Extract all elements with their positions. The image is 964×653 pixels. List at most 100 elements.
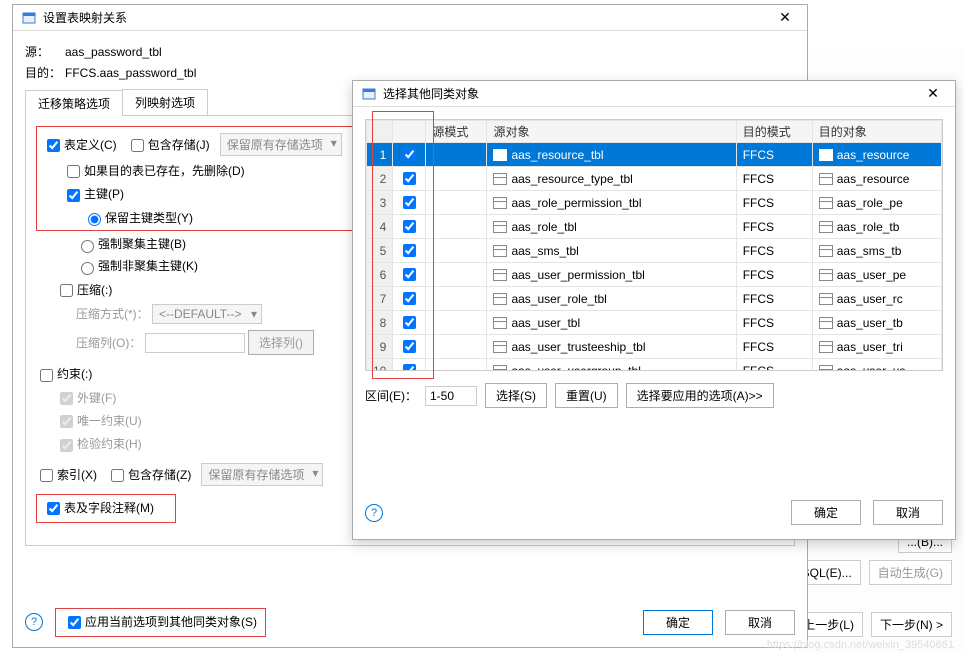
row-checkbox[interactable] xyxy=(393,191,426,215)
table-icon xyxy=(493,221,507,233)
highlight-box-apply: 应用当前选项到其他同类对象(S) xyxy=(55,608,266,637)
win2-titlebar: 选择其他同类对象 ✕ xyxy=(353,81,955,107)
cell-src-obj: aas_role_tbl xyxy=(487,215,736,239)
reset-button[interactable]: 重置(U) xyxy=(555,383,618,408)
table-row[interactable]: 5aas_sms_tblFFCSaas_sms_tb xyxy=(367,239,942,263)
row-checkbox[interactable] xyxy=(393,287,426,311)
object-table[interactable]: 源模式 源对象 目的模式 目的对象 1aas_resource_tblFFCSa… xyxy=(365,119,943,371)
cell-dst-mode: FFCS xyxy=(736,167,812,191)
force-cluster-radio[interactable]: 强制聚集主键(B) xyxy=(76,237,186,251)
compress-mode-dropdown: <--DEFAULT--> xyxy=(152,304,262,324)
col-src-mode[interactable]: 源模式 xyxy=(426,121,487,143)
table-icon xyxy=(493,269,507,281)
next-step-button[interactable]: 下一步(N) > xyxy=(871,612,952,637)
cell-dst-obj: aas_user_us xyxy=(812,359,941,372)
index-keep-storage-dropdown[interactable]: 保留原有存储选项 xyxy=(201,463,323,486)
cell-src-mode xyxy=(426,143,487,167)
select-button[interactable]: 选择(S) xyxy=(485,383,547,408)
table-row[interactable]: 3aas_role_permission_tblFFCSaas_role_pe xyxy=(367,191,942,215)
source-label: 源： xyxy=(25,43,65,60)
table-icon xyxy=(819,365,833,371)
constraint-checkbox[interactable]: 约束(:) xyxy=(36,367,92,381)
table-row[interactable]: 6aas_user_permission_tblFFCSaas_user_pe xyxy=(367,263,942,287)
row-checkbox[interactable] xyxy=(393,311,426,335)
cell-dst-obj: aas_sms_tb xyxy=(812,239,941,263)
table-header-row: 源模式 源对象 目的模式 目的对象 xyxy=(367,121,942,143)
col-dst-mode[interactable]: 目的模式 xyxy=(736,121,812,143)
table-comment-checkbox[interactable]: 表及字段注释(M) xyxy=(43,501,154,515)
win2-ok-button[interactable]: 确定 xyxy=(791,500,861,525)
highlight-box-comment: 表及字段注释(M) xyxy=(36,494,176,523)
help-icon[interactable]: ? xyxy=(25,613,43,631)
force-noncluster-radio[interactable]: 强制非聚集主键(K) xyxy=(76,259,198,273)
tabledef-checkbox[interactable]: 表定义(C) xyxy=(43,138,117,152)
row-checkbox[interactable] xyxy=(393,239,426,263)
cell-dst-mode: FFCS xyxy=(736,239,812,263)
table-icon xyxy=(819,221,833,233)
win1-ok-button[interactable]: 确定 xyxy=(643,610,713,635)
row-checkbox[interactable] xyxy=(393,335,426,359)
row-checkbox[interactable] xyxy=(393,359,426,372)
cell-dst-mode: FFCS xyxy=(736,143,812,167)
win1-footer: ? 应用当前选项到其他同类对象(S) 确定 取消 xyxy=(25,608,795,637)
range-input[interactable] xyxy=(425,386,477,406)
cell-src-mode xyxy=(426,215,487,239)
include-storage-checkbox[interactable]: 包含存储(J) xyxy=(127,138,210,152)
table-row[interactable]: 9aas_user_trusteeship_tblFFCSaas_user_tr… xyxy=(367,335,942,359)
row-checkbox[interactable] xyxy=(393,215,426,239)
cell-dst-mode: FFCS xyxy=(736,263,812,287)
fk-checkbox: 外键(F) xyxy=(56,391,116,405)
row-number: 3 xyxy=(367,191,393,215)
tab-colmap[interactable]: 列映射选项 xyxy=(122,89,208,115)
pk-checkbox[interactable]: 主键(P) xyxy=(63,187,124,201)
range-label: 区间(E)： xyxy=(365,387,417,404)
compress-checkbox[interactable]: 压缩(:) xyxy=(56,283,112,297)
table-row[interactable]: 1aas_resource_tblFFCSaas_resource xyxy=(367,143,942,167)
col-dst-obj[interactable]: 目的对象 xyxy=(812,121,941,143)
index-include-storage-checkbox[interactable]: 包含存储(Z) xyxy=(107,468,191,482)
table-icon xyxy=(493,293,507,305)
cell-dst-mode: FFCS xyxy=(736,215,812,239)
win2-cancel-button[interactable]: 取消 xyxy=(873,500,943,525)
keep-storage-dropdown[interactable]: 保留原有存储选项 xyxy=(220,133,342,156)
row-checkbox[interactable] xyxy=(393,143,426,167)
choose-col-button: 选择列() xyxy=(248,330,314,355)
win1-titlebar: 设置表映射关系 ✕ xyxy=(13,5,807,31)
table-icon xyxy=(493,173,507,185)
table-icon xyxy=(819,197,833,209)
row-number: 8 xyxy=(367,311,393,335)
options-to-apply-button[interactable]: 选择要应用的选项(A)>> xyxy=(626,383,774,408)
target-value: FFCS.aas_password_tbl xyxy=(65,66,196,80)
cell-dst-obj: aas_user_rc xyxy=(812,287,941,311)
check-constraint-checkbox: 检验约束(H) xyxy=(56,437,142,451)
table-row[interactable]: 8aas_user_tblFFCSaas_user_tb xyxy=(367,311,942,335)
compress-mode-label: 压缩方式(*)： xyxy=(76,307,149,321)
close-icon[interactable]: ✕ xyxy=(919,85,947,102)
cell-dst-obj: aas_user_tri xyxy=(812,335,941,359)
unique-checkbox: 唯一约束(U) xyxy=(56,414,142,428)
win1-cancel-button[interactable]: 取消 xyxy=(725,610,795,635)
col-src-obj[interactable]: 源对象 xyxy=(487,121,736,143)
if-exists-delete-checkbox[interactable]: 如果目的表已存在，先删除(D) xyxy=(63,164,245,178)
tab-policy[interactable]: 迁移策略选项 xyxy=(25,90,123,116)
row-checkbox[interactable] xyxy=(393,167,426,191)
table-row[interactable]: 2aas_resource_type_tblFFCSaas_resource xyxy=(367,167,942,191)
cell-src-mode xyxy=(426,311,487,335)
help-icon[interactable]: ? xyxy=(365,504,383,522)
background-nav-row: < 上一步(L) 下一步(N) > xyxy=(784,612,952,637)
apply-to-others-checkbox[interactable]: 应用当前选项到其他同类对象(S) xyxy=(64,615,257,629)
cell-src-obj: aas_user_permission_tbl xyxy=(487,263,736,287)
table-icon xyxy=(819,149,833,161)
table-row[interactable]: 7aas_user_role_tblFFCSaas_user_rc xyxy=(367,287,942,311)
keep-pk-type-radio[interactable]: 保留主键类型(Y) xyxy=(83,211,193,225)
table-row[interactable]: 10aas_user_usergroup_tblFFCSaas_user_us xyxy=(367,359,942,372)
table-icon xyxy=(819,269,833,281)
cell-src-mode xyxy=(426,239,487,263)
app-icon xyxy=(21,10,37,26)
cell-dst-obj: aas_role_tb xyxy=(812,215,941,239)
table-row[interactable]: 4aas_role_tblFFCSaas_role_tb xyxy=(367,215,942,239)
row-checkbox[interactable] xyxy=(393,263,426,287)
cell-dst-mode: FFCS xyxy=(736,287,812,311)
close-icon[interactable]: ✕ xyxy=(771,9,799,26)
index-checkbox[interactable]: 索引(X) xyxy=(36,468,97,482)
